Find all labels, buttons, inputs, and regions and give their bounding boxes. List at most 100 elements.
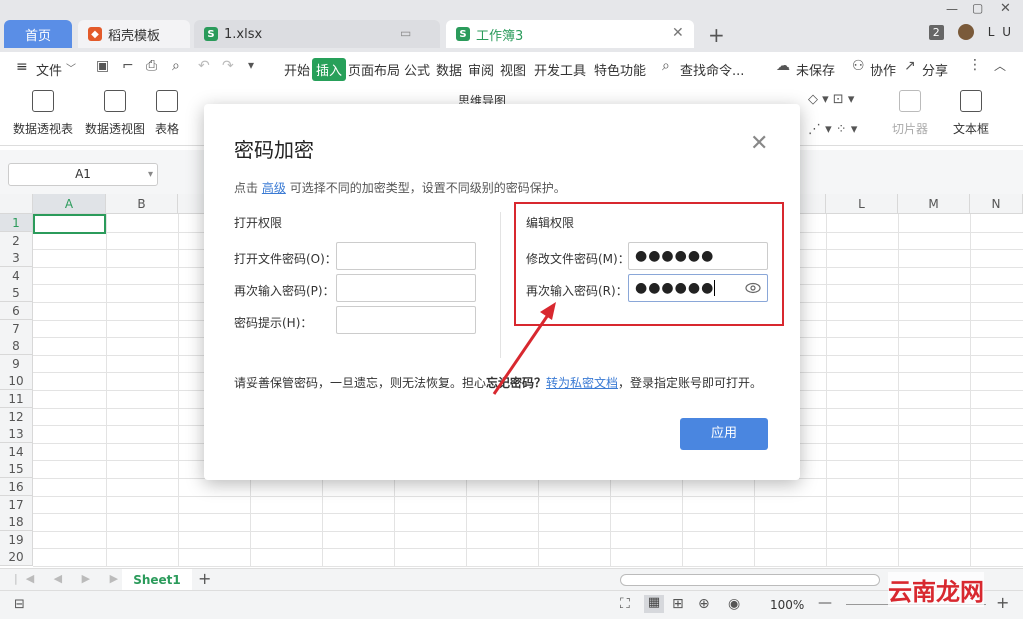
pivot-chart-icon bbox=[104, 90, 126, 112]
menu-data[interactable]: 数据 bbox=[432, 60, 466, 79]
menu-formula[interactable]: 公式 bbox=[400, 60, 434, 79]
window-close-icon[interactable]: ✕ bbox=[1000, 1, 1011, 16]
save-icon[interactable]: ▣ bbox=[96, 58, 109, 74]
password-hint-input[interactable] bbox=[336, 306, 476, 334]
row-header-8[interactable]: 8 bbox=[0, 337, 33, 356]
share-button[interactable]: 分享 bbox=[918, 60, 952, 79]
name-box[interactable]: A1 ▾ bbox=[8, 163, 158, 186]
add-sheet-icon[interactable]: + bbox=[198, 569, 211, 588]
minimize-icon[interactable]: — bbox=[946, 2, 958, 16]
menu-file[interactable]: 文件 bbox=[32, 60, 66, 79]
apply-button[interactable]: 应用 bbox=[680, 418, 768, 450]
selected-cell[interactable] bbox=[33, 214, 106, 234]
advanced-link[interactable]: 高级 bbox=[262, 181, 286, 195]
slicer-button[interactable]: 切片器 bbox=[888, 90, 932, 137]
search-icon[interactable]: ⌕ bbox=[662, 58, 670, 74]
row-header-11[interactable]: 11 bbox=[0, 390, 33, 408]
collapse-ribbon-icon[interactable]: ︿ bbox=[994, 57, 1006, 74]
format-painter-icon[interactable]: ⌐ bbox=[122, 58, 134, 74]
row-header-17[interactable]: 17 bbox=[0, 495, 33, 514]
row-header-14[interactable]: 14 bbox=[0, 442, 33, 461]
tab-workbook3[interactable]: S 工作簿3 ✕ bbox=[446, 20, 694, 48]
row-header-7[interactable]: 7 bbox=[0, 319, 33, 338]
table-button[interactable]: 表格 bbox=[152, 90, 182, 137]
print-preview-icon[interactable]: ⌕ bbox=[172, 58, 180, 74]
row-header-16[interactable]: 16 bbox=[0, 478, 33, 496]
row-header-6[interactable]: 6 bbox=[0, 302, 33, 320]
chevron-down-icon[interactable]: ﹀ bbox=[66, 60, 76, 75]
page-break-view-icon[interactable]: ⊕ bbox=[698, 596, 710, 612]
monitor-icon[interactable]: ▭ bbox=[400, 26, 411, 40]
menu-insert[interactable]: 插入 bbox=[312, 58, 347, 81]
chart-icons-group[interactable]: ◇ ▾ ⊡ ▾ ⋰ ▾ ⁘ ▾ bbox=[808, 92, 857, 137]
daoke-icon: ◆ bbox=[88, 27, 102, 41]
row-header-15[interactable]: 15 bbox=[0, 460, 33, 479]
column-header-a[interactable]: A bbox=[33, 194, 106, 214]
row-header-4[interactable]: 4 bbox=[0, 266, 33, 285]
zoom-out-icon[interactable]: — bbox=[818, 595, 832, 611]
textbox-icon bbox=[960, 90, 982, 112]
unsaved-status[interactable]: 未保存 bbox=[792, 60, 839, 79]
row-header-5[interactable]: 5 bbox=[0, 284, 33, 303]
row-header-3[interactable]: 3 bbox=[0, 249, 33, 268]
row-header-1[interactable]: 1 bbox=[0, 214, 33, 232]
password-hint-label: 密码提示(H)： bbox=[234, 316, 313, 330]
horizontal-scrollbar[interactable] bbox=[620, 574, 880, 586]
row-header-13[interactable]: 13 bbox=[0, 425, 33, 444]
fullscreen-icon[interactable]: ⛶ bbox=[620, 596, 630, 612]
menu-review[interactable]: 审阅 bbox=[464, 60, 498, 79]
sheet-nav-arrows-icon[interactable]: |◀ ◀ ▶ ▶| bbox=[14, 572, 138, 585]
avatar[interactable] bbox=[957, 24, 974, 40]
new-tab-plus-icon[interactable]: + bbox=[708, 23, 725, 47]
tab-daoke-templates[interactable]: ◆ 稻壳模板 bbox=[78, 20, 190, 48]
column-header-n[interactable]: N bbox=[970, 194, 1023, 214]
menu-start[interactable]: 开始 bbox=[280, 60, 314, 79]
chevron-down-icon[interactable]: ▾ bbox=[148, 164, 153, 185]
tab-workbook3-label: 工作簿3 bbox=[476, 28, 524, 44]
column-header-b[interactable]: B bbox=[106, 194, 178, 214]
zoom-level[interactable]: 100% bbox=[770, 598, 804, 612]
command-search[interactable]: 查找命令... bbox=[676, 60, 748, 79]
private-doc-link[interactable]: 转为私密文档 bbox=[546, 376, 618, 390]
redo-icon[interactable]: ↷ bbox=[222, 58, 234, 74]
textbox-button[interactable]: 文本框 bbox=[946, 90, 996, 137]
quick-access-dropdown-icon[interactable]: ▾ bbox=[248, 58, 254, 72]
print-icon[interactable]: ⎙ bbox=[146, 58, 157, 74]
tab-xlsx-file[interactable]: S 1.xlsx ▭ bbox=[194, 20, 440, 48]
row-header-9[interactable]: 9 bbox=[0, 354, 33, 373]
hamburger-icon[interactable]: ≡ bbox=[16, 59, 28, 75]
grid-line bbox=[33, 548, 1023, 550]
open-password-input[interactable] bbox=[336, 242, 476, 270]
row-header-18[interactable]: 18 bbox=[0, 513, 33, 532]
column-header-m[interactable]: M bbox=[898, 194, 970, 214]
tab-close-icon[interactable]: ✕ bbox=[672, 25, 684, 41]
pivot-table-button[interactable]: 数据透视表 bbox=[10, 90, 76, 137]
collab-button[interactable]: 协作 bbox=[866, 60, 900, 79]
menu-page-layout[interactable]: 页面布局 bbox=[344, 60, 404, 79]
eye-protect-icon[interactable]: ◉ bbox=[728, 596, 740, 612]
normal-view-icon[interactable]: ▦ bbox=[644, 595, 664, 613]
row-header-2[interactable]: 2 bbox=[0, 231, 33, 250]
password-encrypt-dialog: 密码加密 ✕ 点击 高级 可选择不同的加密类型，设置不同级别的密码保护。 打开权… bbox=[204, 104, 800, 480]
undo-icon[interactable]: ↶ bbox=[198, 58, 210, 74]
dialog-close-icon[interactable]: ✕ bbox=[750, 133, 768, 155]
sheet-tab[interactable]: Sheet1 bbox=[122, 569, 192, 591]
column-header-l[interactable]: L bbox=[826, 194, 898, 214]
maximize-icon[interactable]: ▢ bbox=[972, 1, 983, 15]
open-confirm-input[interactable] bbox=[336, 274, 476, 302]
pivot-chart-button[interactable]: 数据透视图 bbox=[82, 90, 148, 137]
macro-icon[interactable]: ⊟ bbox=[14, 597, 25, 612]
menu-view[interactable]: 视图 bbox=[496, 60, 530, 79]
tab-home[interactable]: 首页 bbox=[4, 20, 72, 48]
select-all-corner[interactable] bbox=[0, 194, 33, 214]
row-header-10[interactable]: 10 bbox=[0, 372, 33, 391]
window-count-badge[interactable]: 2 bbox=[928, 24, 944, 40]
user-name[interactable]: L U bbox=[988, 25, 1013, 39]
row-header-19[interactable]: 19 bbox=[0, 530, 33, 549]
menu-special[interactable]: 特色功能 bbox=[590, 60, 650, 79]
row-header-12[interactable]: 12 bbox=[0, 407, 33, 426]
page-layout-view-icon[interactable]: ⊞ bbox=[672, 596, 684, 612]
row-header-20[interactable]: 20 bbox=[0, 548, 33, 567]
menu-developer[interactable]: 开发工具 bbox=[530, 60, 590, 79]
more-icon[interactable]: ⋮ bbox=[968, 57, 982, 73]
